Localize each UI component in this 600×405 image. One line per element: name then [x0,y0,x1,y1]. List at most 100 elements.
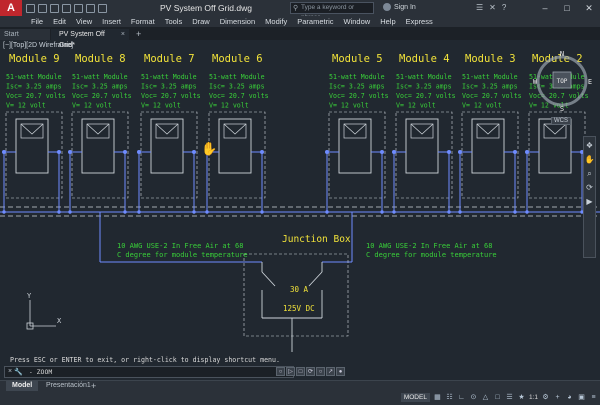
polar-icon[interactable]: ⊙ [469,393,478,402]
terminal-node [380,150,384,154]
menu-view[interactable]: View [71,16,97,27]
undo-icon[interactable] [86,3,95,13]
ucs-x-label: X [57,317,62,325]
snap-icon[interactable]: ☷ [445,393,454,402]
pan-icon[interactable]: ✋ [584,154,595,165]
steering-wheel-icon[interactable]: ❖ [584,140,595,151]
panel-diode-symbol [155,123,179,135]
viewcube[interactable]: TOP N S E W [531,50,593,112]
zoom-icon[interactable]: ⌕ [584,168,595,179]
new-file-icon[interactable] [26,3,35,13]
module-spec-v: V= 12 volt [329,102,369,110]
bus-node [192,210,196,214]
menu-insert[interactable]: Insert [97,16,126,27]
module-frame [5,111,63,199]
annotation-scale[interactable]: 1:1 [529,394,538,401]
panel-cell-window [543,123,567,139]
open-file-icon[interactable] [38,3,47,13]
tool-f-icon[interactable]: ↗ [326,367,335,376]
customize-menu-icon[interactable]: ≡ [589,393,598,402]
menu-tools[interactable]: Tools [160,16,188,27]
compass-south[interactable]: S [560,105,564,112]
menu-window[interactable]: Window [339,16,376,27]
tool-d-icon[interactable]: ⟳ [306,367,315,376]
orbit-icon[interactable]: ⟳ [584,182,595,193]
isodraft-icon[interactable]: △ [481,393,490,402]
cart-icon[interactable]: ☰ [476,3,483,12]
add-layout-button[interactable]: + [91,381,96,391]
print-icon[interactable] [74,3,83,13]
compass-east[interactable]: E [588,78,592,86]
module-frame [140,111,198,199]
module-spec-voc: Voc= 20.7 volts [72,92,132,100]
menu-help[interactable]: Help [375,16,400,27]
bus-node [68,210,72,214]
junction-box-frame[interactable] [243,253,349,337]
tool-b-icon[interactable]: ▷ [286,367,295,376]
tab-pv-system[interactable]: PV System Off Grid* × [51,29,129,49]
tool-c-icon[interactable]: □ [296,367,305,376]
menu-edit[interactable]: Edit [48,16,71,27]
menu-express[interactable]: Express [401,16,438,27]
command-line[interactable]: × 🔧 - ZOOM [4,366,294,378]
plus-icon[interactable]: + [553,393,562,402]
menu-draw[interactable]: Draw [187,16,215,27]
bus-node [260,210,264,214]
grid-icon[interactable]: ▦ [433,393,442,402]
new-tab-button[interactable]: + [130,29,141,40]
save-as-icon[interactable] [62,3,71,13]
maximize-button[interactable]: □ [556,0,578,16]
layout-tab-model[interactable]: Model [6,381,39,391]
search-input[interactable]: ⚲ Type a keyword or phrase [290,2,374,21]
object-snap-icon[interactable]: □ [493,393,502,402]
tool-a-icon[interactable]: ○ [276,367,285,376]
panel-cell-window [155,123,179,139]
menu-format[interactable]: Format [126,16,160,27]
terminal-node [325,150,329,154]
tab-start[interactable]: Start [0,29,50,40]
showmotion-icon[interactable]: ▶ [584,196,595,207]
ortho-icon[interactable]: ∟ [457,393,466,402]
app-logo-button[interactable]: A [0,0,22,16]
tool-e-icon[interactable]: ○ [316,367,325,376]
module-frame [208,111,266,199]
module-title: Module 9 [9,53,60,65]
clean-screen-icon[interactable]: ▣ [577,393,586,402]
command-history: Press ESC or ENTER to exit, or right-cli… [10,356,280,364]
isolate-icon[interactable]: ◕ [565,393,574,402]
exchange-icon[interactable]: ✕ [489,3,496,12]
panel-cell-window [410,123,434,139]
wcs-menu[interactable]: WCS [551,117,571,125]
module-spec-v: V= 12 volt [72,102,112,110]
model-space-toggle[interactable]: MODEL [400,393,430,402]
terminal-node [192,150,196,154]
switch-left-blade [261,271,276,287]
module-spec-voc: Voc= 20.7 volts [6,92,66,100]
help-icon[interactable]: ? [502,3,506,12]
close-tab-icon[interactable]: × [121,29,125,40]
menu-parametric[interactable]: Parametric [292,16,338,27]
menu-file[interactable]: File [26,16,48,27]
workspace-gear-icon[interactable]: ⚙ [541,393,550,402]
menu-dimension[interactable]: Dimension [215,16,260,27]
module-spec-isc: Isc= 3.25 amps [72,83,128,91]
module-spec-isc: Isc= 3.25 amps [329,83,385,91]
bus-node [137,210,141,214]
close-command-icon[interactable]: × [8,368,12,376]
redo-icon[interactable] [98,3,107,13]
close-button[interactable]: ✕ [578,0,600,16]
compass-north[interactable]: N [560,50,564,58]
menu-modify[interactable]: Modify [260,16,292,27]
minimize-button[interactable]: – [534,0,556,16]
drawing-canvas[interactable]: Module 951-watt ModuleIsc= 3.25 ampsVoc=… [0,40,600,352]
sign-in-button[interactable]: Sign In [383,3,416,11]
viewport-controls-label[interactable]: [−][Top][2D Wireframe] [3,42,73,49]
lineweight-icon[interactable]: ☰ [505,393,514,402]
module-spec-watt: 51-watt Module [72,73,128,81]
annotation-icon[interactable]: ★ [517,393,526,402]
tool-g-icon[interactable]: ● [336,367,345,376]
module-frame [328,111,386,199]
save-icon[interactable] [50,3,59,13]
layout-tab-presentation[interactable]: Presentación1 [40,381,97,391]
customize-command-icon[interactable]: 🔧 [14,368,23,376]
